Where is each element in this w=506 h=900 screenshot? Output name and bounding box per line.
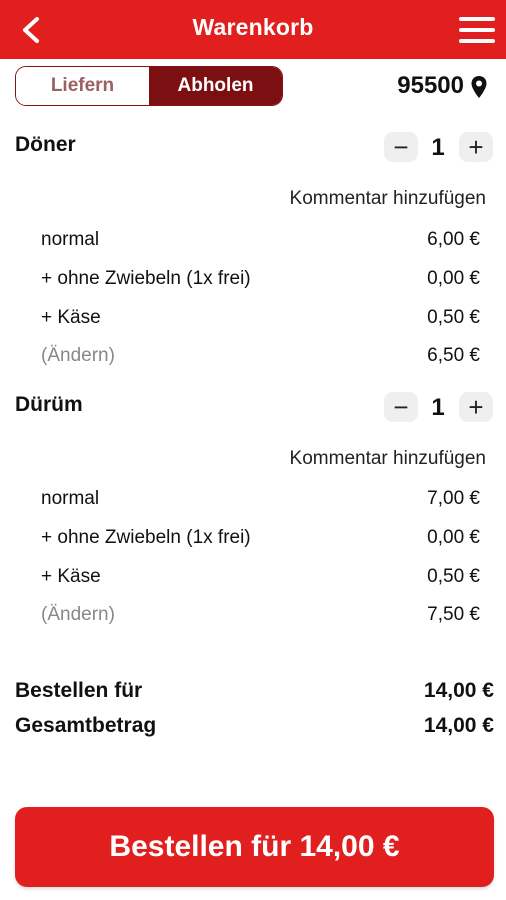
option-line-label: + ohne Zwiebeln (1x frei) (41, 268, 251, 289)
option-line-price: 6,00 € (427, 229, 480, 250)
edit-item-link[interactable]: (Ändern) (41, 604, 115, 626)
edit-item-link[interactable]: (Ändern) (41, 345, 115, 367)
order-for-value: 14,00 € (423, 679, 494, 702)
minus-icon: − (393, 131, 409, 162)
item-subtotal: 6,50 € (427, 345, 480, 366)
cart-item-name: Dürüm (15, 393, 83, 416)
map-pin-icon[interactable] (470, 75, 488, 99)
option-line-label: + ohne Zwiebeln (1x frei) (41, 527, 251, 548)
plus-icon: + (468, 391, 484, 422)
increase-quantity-button[interactable]: + (459, 392, 493, 422)
order-for-label: Bestellen für (15, 679, 143, 702)
total-value: 14,00 € (423, 714, 494, 737)
option-line-price: 0,50 € (427, 307, 480, 328)
item-subtotal: 7,50 € (427, 604, 480, 625)
app-header: Warenkorb (0, 0, 506, 59)
delivery-mode-toggle: Liefern Abholen (15, 66, 283, 106)
add-comment-link[interactable]: Kommentar hinzufügen (290, 448, 486, 470)
option-line-label: + Käse (41, 307, 101, 328)
increase-quantity-button[interactable]: + (459, 132, 493, 162)
cart-item-name: Döner (15, 133, 76, 156)
place-order-button[interactable]: Bestellen für 14,00 € (15, 807, 494, 887)
toggle-option-abholen[interactable]: Abholen (149, 67, 282, 105)
option-line-label: normal (41, 488, 100, 509)
zip-code[interactable]: 95500 (397, 72, 464, 100)
item-quantity: 1 (431, 134, 445, 161)
minus-icon: − (393, 391, 409, 422)
add-comment-link[interactable]: Kommentar hinzufügen (290, 188, 486, 210)
option-line-label: + Käse (41, 566, 101, 587)
page-title: Warenkorb (192, 14, 314, 40)
plus-icon: + (468, 131, 484, 162)
option-line-price: 7,00 € (427, 488, 480, 509)
option-line-price: 0,00 € (427, 527, 480, 548)
hamburger-menu-icon[interactable] (458, 14, 496, 46)
item-quantity: 1 (431, 394, 445, 421)
toggle-option-liefern[interactable]: Liefern (16, 67, 149, 105)
decrease-quantity-button[interactable]: − (384, 392, 418, 422)
option-line-label: normal (41, 229, 100, 250)
total-label: Gesamtbetrag (15, 714, 157, 737)
decrease-quantity-button[interactable]: − (384, 132, 418, 162)
option-line-price: 0,50 € (427, 566, 480, 587)
option-line-price: 0,00 € (427, 268, 480, 289)
